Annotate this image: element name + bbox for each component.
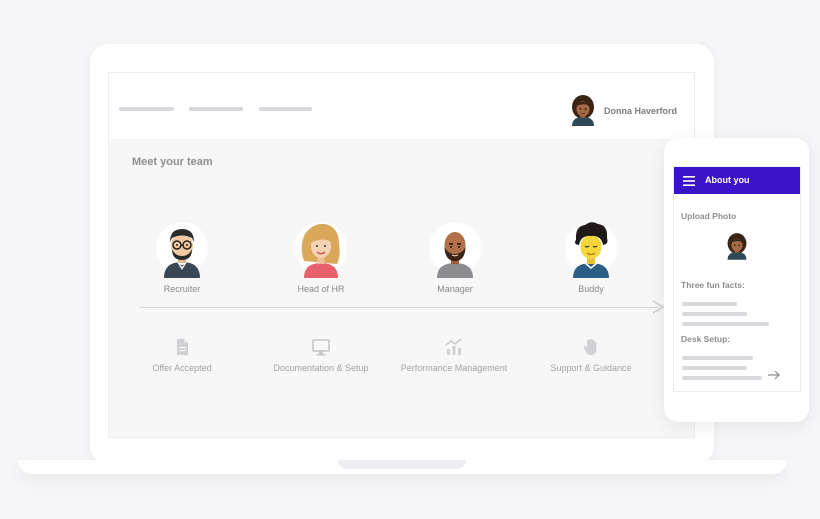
step-documentation-setup[interactable]: Documentation & Setup xyxy=(266,337,376,374)
desk-setup-line-2[interactable] xyxy=(682,366,747,370)
desk-setup-label: Desk Setup: xyxy=(681,334,731,344)
desk-setup-line-3[interactable] xyxy=(682,376,762,380)
team-member-role: Recruiter xyxy=(163,284,201,294)
nav-placeholder-2[interactable] xyxy=(189,107,243,111)
head-of-hr-avatar xyxy=(295,222,347,278)
step-label: Offer Accepted xyxy=(152,363,212,373)
step-label: Documentation & Setup xyxy=(273,363,369,373)
profile-photo-avatar[interactable] xyxy=(725,231,749,261)
phone-screen: About you Upload Photo Three fun facts: … xyxy=(673,166,801,392)
monitor-icon xyxy=(312,339,330,356)
team-member-head-of-hr[interactable]: Head of HR xyxy=(261,218,381,294)
app-bar-title: About you xyxy=(705,175,750,185)
fun-fact-line-1[interactable] xyxy=(682,302,737,306)
step-label: Support & Guidance xyxy=(550,363,632,373)
arrow-right-icon[interactable] xyxy=(767,370,781,380)
nav-placeholder-1[interactable] xyxy=(119,107,174,111)
arrow-right-icon xyxy=(652,300,665,314)
step-offer-accepted[interactable]: Offer Accepted xyxy=(127,337,237,374)
hand-icon xyxy=(583,338,597,355)
laptop-screen: Donna Haverford Meet your team Recruiter xyxy=(108,72,695,438)
hamburger-menu-icon[interactable] xyxy=(683,176,695,186)
user-avatar[interactable] xyxy=(569,94,597,126)
user-name: Donna Haverford xyxy=(604,106,678,116)
laptop-notch xyxy=(338,460,466,469)
chart-icon xyxy=(445,338,462,355)
team-member-role: Buddy xyxy=(578,284,604,294)
app-bar: About you xyxy=(674,167,800,194)
section-title: Meet your team xyxy=(132,156,213,168)
step-support-guidance[interactable]: Support & Guidance xyxy=(536,337,646,374)
upload-photo-label: Upload Photo xyxy=(681,211,737,221)
document-icon xyxy=(177,339,188,355)
fun-fact-line-2[interactable] xyxy=(682,312,747,316)
manager-avatar xyxy=(429,222,481,278)
team-member-recruiter[interactable]: Recruiter xyxy=(122,218,242,294)
timeline-line xyxy=(139,307,659,308)
team-member-role: Manager xyxy=(437,284,473,294)
top-bar: Donna Haverford xyxy=(109,73,694,139)
step-performance-management[interactable]: Performance Management xyxy=(399,337,509,374)
step-label: Performance Management xyxy=(400,363,508,373)
team-member-buddy[interactable]: Buddy xyxy=(531,218,651,294)
team-member-role: Head of HR xyxy=(297,284,345,294)
recruiter-avatar xyxy=(156,222,208,278)
team-member-manager[interactable]: Manager xyxy=(395,218,515,294)
nav-placeholder-3[interactable] xyxy=(259,107,312,111)
desk-setup-line-1[interactable] xyxy=(682,356,753,360)
fun-fact-line-3[interactable] xyxy=(682,322,769,326)
buddy-avatar xyxy=(565,222,617,278)
fun-facts-label: Three fun facts: xyxy=(681,280,745,290)
